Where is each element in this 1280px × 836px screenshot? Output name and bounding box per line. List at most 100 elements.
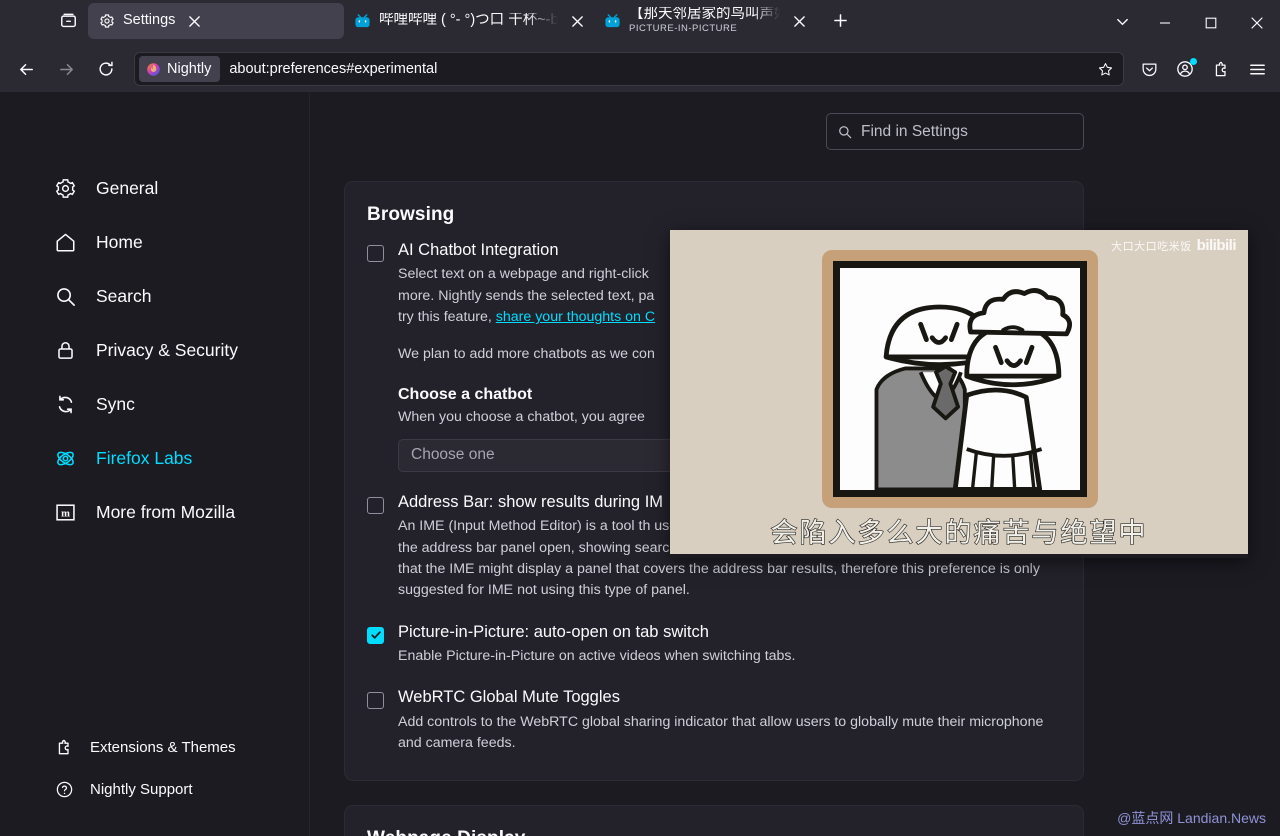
settings-sidebar: General Home Search Privacy & Security S…	[0, 93, 310, 836]
sidebar-item-more-from-mozilla[interactable]: m More from Mozilla	[10, 485, 299, 539]
sidebar-item-label: Firefox Labs	[96, 447, 193, 468]
tab-settings[interactable]: Settings	[88, 3, 344, 39]
sidebar-item-label: Privacy & Security	[96, 339, 238, 360]
close-window-button[interactable]	[1234, 0, 1280, 46]
lock-icon	[52, 337, 78, 363]
back-button[interactable]	[9, 52, 43, 86]
section-title-browsing: Browsing	[367, 204, 455, 225]
sidebar-item-label: Sync	[96, 393, 135, 414]
pip-cartoon-drawing	[840, 268, 1080, 490]
sidebar-item-general[interactable]: General	[10, 161, 299, 215]
pref-description: Enable Picture-in-Picture on active vide…	[398, 647, 796, 664]
pref-picture-in-picture: Picture-in-Picture: auto-open on tab swi…	[367, 622, 1059, 668]
tab-bilibili[interactable]: 哔哩哔哩 ( °- °)つ口 干杯~-bil	[344, 3, 594, 39]
close-icon[interactable]	[183, 10, 205, 32]
account-notification-badge	[1190, 58, 1197, 65]
pref-body: Picture-in-Picture: auto-open on tab swi…	[398, 622, 1059, 668]
sidebar-item-label: General	[96, 177, 159, 198]
sidebar-item-nightly-support[interactable]: Nightly Support	[10, 768, 299, 810]
checkbox-address-bar-ime[interactable]	[367, 496, 384, 514]
atom-icon	[52, 445, 78, 471]
sidebar-item-label: Home	[96, 231, 143, 252]
account-icon[interactable]	[1168, 52, 1202, 86]
page-watermark: @蓝点网 Landian.News	[1117, 810, 1266, 826]
pref-webrtc-global-mute: WebRTC Global Mute Toggles Add controls …	[367, 687, 1059, 754]
gear-icon	[98, 13, 115, 30]
sidebar-item-label: More from Mozilla	[96, 501, 236, 522]
tab-label: 哔哩哔哩 ( °- °)つ口 干杯~-bil	[379, 13, 558, 29]
new-tab-button[interactable]	[824, 5, 856, 37]
sidebar-item-search[interactable]: Search	[10, 269, 299, 323]
tab-text-group: 哔哩哔哩 ( °- °)つ口 干杯~-bil	[379, 13, 558, 29]
pocket-icon[interactable]	[1132, 52, 1166, 86]
minimize-button[interactable]	[1142, 0, 1188, 46]
sidebar-item-label: Nightly Support	[90, 780, 193, 798]
picture-in-picture-window[interactable]: 大口大口吃米饭 bilibili 会陷入多么大的痛苦与绝望中	[670, 230, 1248, 558]
extensions-puzzle-icon[interactable]	[1204, 52, 1238, 86]
url-text[interactable]: about:preferences#experimental	[225, 61, 1091, 77]
sidebar-item-home[interactable]: Home	[10, 215, 299, 269]
home-icon	[52, 229, 78, 255]
pip-channel-watermark: 大口大口吃米饭 bilibili	[1111, 237, 1236, 254]
search-placeholder: Find in Settings	[861, 122, 968, 140]
sidebar-item-extensions-themes[interactable]: Extensions & Themes	[10, 726, 299, 768]
share-thoughts-link[interactable]: share your thoughts on C	[496, 309, 655, 325]
checkbox-picture-in-picture[interactable]	[367, 626, 384, 644]
section-title-webpage-display: Webpage Display	[367, 828, 1059, 836]
bilibili-icon	[604, 13, 621, 30]
sidebar-bottom-group: Extensions & Themes Nightly Support	[0, 726, 309, 836]
sidebar-item-privacy-security[interactable]: Privacy & Security	[10, 323, 299, 377]
checkbox-webrtc-global-mute[interactable]	[367, 692, 384, 710]
tab-pip-video[interactable]: 【那天邻居家的鸟叫声好吵…】 PICTURE-IN-PICTURE	[594, 3, 816, 39]
pip-illustration-canvas	[836, 264, 1084, 494]
tab-label: Settings	[123, 13, 176, 29]
forward-button[interactable]	[49, 52, 83, 86]
pref-label[interactable]: Picture-in-Picture: auto-open on tab swi…	[398, 622, 1059, 643]
sync-icon	[52, 391, 78, 417]
chevron-down-icon[interactable]	[1102, 2, 1142, 40]
pref-body: WebRTC Global Mute Toggles Add controls …	[398, 687, 1059, 754]
firefox-nightly-icon	[147, 62, 160, 76]
tab-strip-controls	[1102, 0, 1280, 46]
sidebar-item-label: Extensions & Themes	[90, 738, 236, 756]
pref-label[interactable]: WebRTC Global Mute Toggles	[398, 687, 1059, 708]
search-input[interactable]: Find in Settings	[826, 113, 1084, 150]
pip-watermark-brand: bilibili	[1196, 237, 1237, 254]
pip-bottom-strip	[670, 554, 1248, 558]
desc-line-3: try this feature,	[398, 309, 496, 326]
window-controls	[1142, 0, 1280, 46]
tab-strip-tabs: Settings 哔哩哔哩 ( °- °)つ口 干杯~-bil 【那天邻居家的鸟…	[0, 0, 1102, 46]
question-circle-icon	[54, 779, 74, 799]
close-icon[interactable]	[566, 10, 588, 32]
bilibili-icon	[354, 13, 371, 30]
tab-label: 【那天邻居家的鸟叫声好吵…】	[629, 7, 780, 23]
maximize-button[interactable]	[1188, 0, 1234, 46]
identity-chip[interactable]: Nightly	[139, 56, 221, 82]
tab-text-group: Settings	[123, 13, 175, 29]
pip-subtitle: 会陷入多么大的痛苦与绝望中	[770, 517, 1148, 548]
checkbox-ai-chatbot-integration[interactable]	[367, 245, 384, 262]
desc-line-2: more. Nightly sends the selected text, p…	[398, 287, 655, 304]
chatbot-select-value: Choose one	[411, 446, 495, 464]
pref-description: Add controls to the WebRTC global sharin…	[398, 713, 1044, 752]
close-icon[interactable]	[788, 10, 810, 32]
bookmark-star-icon[interactable]	[1091, 55, 1119, 83]
pip-video-surface[interactable]: 大口大口吃米饭 bilibili 会陷入多么大的痛苦与绝望中	[670, 230, 1248, 558]
pip-illustration-frame	[822, 250, 1098, 508]
mozilla-m-icon: m	[52, 499, 78, 525]
tab-text-group: 【那天邻居家的鸟叫声好吵…】 PICTURE-IN-PICTURE	[629, 7, 780, 34]
tab-sublabel-pip: PICTURE-IN-PICTURE	[629, 23, 738, 35]
reload-button[interactable]	[89, 52, 123, 86]
sidebar-item-firefox-labs[interactable]: Firefox Labs	[10, 431, 299, 485]
address-bar[interactable]: Nightly about:preferences#experimental	[134, 52, 1124, 86]
app-menu-hamburger-icon[interactable]	[1240, 52, 1274, 86]
identity-chip-label: Nightly	[167, 61, 212, 77]
list-all-tabs-button[interactable]	[48, 4, 88, 36]
sidebar-item-sync[interactable]: Sync	[10, 377, 299, 431]
svg-text:m: m	[61, 508, 70, 519]
find-in-settings-wrap: Find in Settings	[344, 93, 1084, 150]
gear-icon	[52, 175, 78, 201]
browser-window: Settings 哔哩哔哩 ( °- °)つ口 干杯~-bil 【那天邻居家的鸟…	[0, 0, 1280, 836]
sidebar-item-label: Search	[96, 285, 152, 306]
search-icon	[837, 124, 853, 140]
